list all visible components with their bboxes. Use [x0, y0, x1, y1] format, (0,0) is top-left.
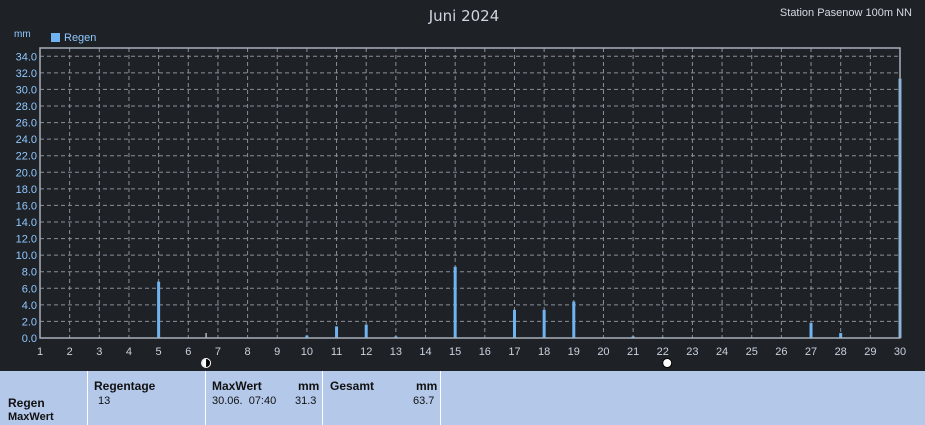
regentage-value: 13 [98, 395, 111, 407]
chart-title: Juni 2024 [428, 7, 500, 25]
x-tick-label: 8 [245, 346, 251, 358]
y-tick-label: 8.0 [22, 267, 37, 279]
rain-bar [453, 266, 457, 338]
y-tick-label: 14.0 [16, 217, 37, 229]
x-tick-label: 11 [331, 346, 342, 358]
y-tick-label: 10.0 [16, 250, 37, 262]
x-tick-label: 3 [96, 346, 102, 358]
legend-swatch [51, 33, 60, 42]
x-tick-label: 12 [360, 346, 372, 358]
y-tick-label: 4.0 [22, 300, 37, 312]
x-axis-ticks: 1 2 3 4 5 6 7 8 9 10 11 12 13 14 15 16 17 18 19 20 21 22 23 24 2… [37, 346, 906, 358]
summary-label-regen: Regen [8, 396, 45, 410]
y-tick-label: 28.0 [16, 101, 37, 113]
x-tick-label: 2 [67, 346, 73, 358]
x-tick-label: 20 [597, 346, 609, 358]
x-tick-label: 14 [419, 346, 431, 358]
x-tick-label: 7 [215, 346, 221, 358]
y-tick-label: 22.0 [16, 151, 37, 163]
maxwert-date: 30.06. 07:40 [212, 395, 277, 407]
regentage-label: Regentage [94, 379, 156, 393]
plot-frame [39, 47, 901, 339]
station-label: Station Pasenow 100m NN [780, 7, 912, 19]
rain-bar [572, 301, 576, 338]
maxwert-unit: mm [298, 379, 320, 393]
y-tick-label: 30.0 [16, 84, 37, 96]
x-tick-label: 26 [775, 346, 787, 358]
rain-bar [809, 323, 813, 338]
y-tick-label: 24.0 [16, 134, 37, 146]
rain-bar [512, 309, 516, 338]
x-tick-label: 29 [864, 346, 876, 358]
summary-regentage: Regentage 13 [88, 371, 206, 425]
x-tick-label: 19 [568, 346, 580, 358]
x-tick-label: 15 [449, 346, 461, 358]
x-tick-label: 9 [274, 346, 280, 358]
y-tick-label: 6.0 [22, 283, 37, 295]
x-tick-label: 22 [657, 346, 669, 358]
rain-bar [364, 324, 368, 338]
x-tick-label: 13 [390, 346, 402, 358]
x-tick-label: 1 [37, 346, 43, 358]
rain-bar [335, 326, 339, 338]
x-tick-label: 18 [538, 346, 550, 358]
full-moon-moon-icon [662, 358, 673, 368]
y-tick-label: 34.0 [16, 51, 37, 63]
bar-layer [157, 78, 902, 339]
legend-label: Regen [64, 32, 96, 44]
x-tick-label: 28 [835, 346, 847, 358]
rain-bar [157, 281, 161, 338]
y-tick-label: 32.0 [16, 68, 37, 80]
summary-label-maxwert: MaxWert [8, 411, 54, 423]
y-tick-label: 26.0 [16, 118, 37, 130]
summary-row-labels: Regen MaxWert [0, 371, 88, 425]
y-tick-label: 20.0 [16, 167, 37, 179]
x-tick-label: 16 [479, 346, 491, 358]
grid-layer [40, 48, 900, 338]
x-tick-label: 30 [894, 346, 906, 358]
summary-panel: Regen MaxWert Regentage 13 MaxWert mm 30… [0, 371, 925, 425]
x-tick-label: 17 [508, 346, 520, 358]
x-tick-label: 21 [627, 346, 639, 358]
x-tick-label: 6 [185, 346, 191, 358]
x-tick-label: 23 [686, 346, 698, 358]
y-unit-label: mm [14, 29, 31, 40]
y-tick-label: 2.0 [22, 316, 37, 328]
x-tick-label: 25 [746, 346, 758, 358]
x-tick-label: 4 [126, 346, 132, 358]
y-tick-label: 18.0 [16, 184, 37, 196]
x-tick-label: 24 [716, 346, 728, 358]
gesamt-unit: mm [416, 379, 438, 393]
summary-maxwert: MaxWert mm 30.06. 07:40 31.3 [206, 371, 323, 425]
rain-bar [542, 309, 546, 338]
first-quarter-moon-icon [201, 358, 212, 368]
rain-chart-svg: Juni 2024 Station Pasenow 100m NN mm Reg… [14, 7, 912, 368]
maxwert-value: 31.3 [295, 395, 317, 407]
rain-chart: Juni 2024 Station Pasenow 100m NN mm Reg… [0, 0, 925, 370]
x-tick-label: 10 [301, 346, 313, 358]
y-tick-label: 16.0 [16, 200, 37, 212]
summary-gesamt: Gesamt mm 63.7 [323, 371, 441, 425]
x-tick-label: 27 [805, 346, 817, 358]
gesamt-label: Gesamt [330, 379, 375, 393]
maxwert-label: MaxWert [212, 379, 262, 393]
y-tick-label: 0.0 [22, 333, 37, 345]
y-axis-ticks: 0.0 2.0 4.0 6.0 8.0 10.0 12.0 14.0 16.0 18.0 20.0 2… [16, 51, 37, 345]
gesamt-value: 63.7 [413, 395, 435, 407]
y-tick-label: 12.0 [16, 234, 37, 246]
x-tick-label: 5 [156, 346, 162, 358]
